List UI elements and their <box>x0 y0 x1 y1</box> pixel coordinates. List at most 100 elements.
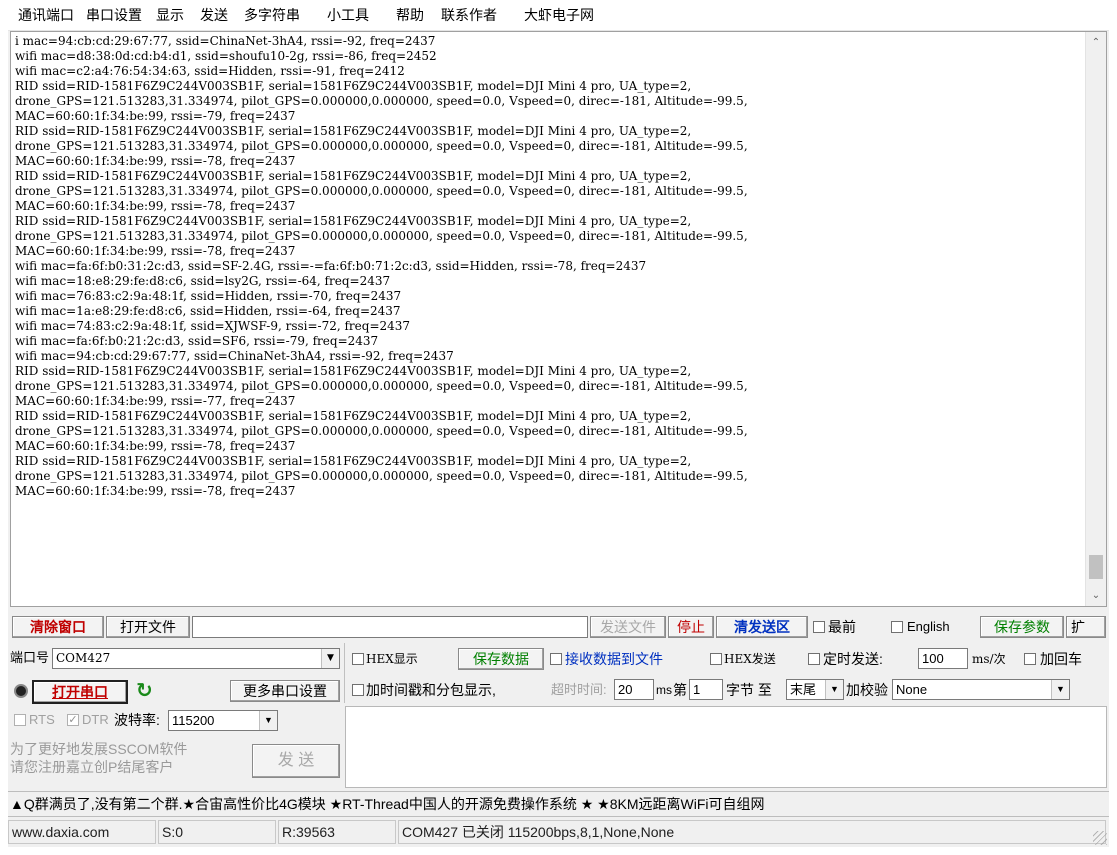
baud-value: 115200 <box>172 713 215 728</box>
receive-line: RID ssid=RID-1581F6Z9C244V003SB1F, seria… <box>15 364 692 378</box>
menu-help[interactable]: 帮助 <box>394 4 426 26</box>
add-crlf-label: 加回车 <box>1040 651 1082 667</box>
port-value: COM427 <box>56 651 111 665</box>
dtr-checkbox[interactable]: ✓ <box>67 714 79 726</box>
receive-line: RID ssid=RID-1581F6Z9C244V003SB1F, seria… <box>15 169 692 183</box>
receive-line: MAC=60:60:1f:34:be:99, rssi=-78, freq=24… <box>15 484 296 498</box>
checksum-label: 加校验 <box>846 682 888 698</box>
byte-start-input[interactable]: 1 <box>689 679 723 700</box>
send-input[interactable] <box>345 706 1107 788</box>
open-port-button[interactable]: 打开串口 <box>32 680 128 704</box>
hex-display-label: HEX显示 <box>366 652 418 666</box>
more-settings-button[interactable]: 更多串口设置 <box>230 680 340 702</box>
chevron-down-icon[interactable]: ▼ <box>1051 680 1069 699</box>
save-params-button[interactable]: 保存参数 <box>980 616 1064 638</box>
hex-send-checkbox[interactable] <box>710 653 722 665</box>
receive-line: RID ssid=RID-1581F6Z9C244V003SB1F, seria… <box>15 409 692 423</box>
receive-scrollbar[interactable]: ⌃ ⌄ <box>1085 32 1106 606</box>
promo-bar[interactable]: ▲Q群满员了,没有第二个群.★合宙高性价比4G模块 ★RT-Thread中国人的… <box>8 791 1109 817</box>
rts-checkbox[interactable] <box>14 714 26 726</box>
refresh-icon[interactable]: ↻ <box>136 678 153 703</box>
menu-daxia[interactable]: 大虾电子网 <box>522 4 596 26</box>
english-checkbox[interactable] <box>891 621 903 633</box>
recv-to-file-label: 接收数据到文件 <box>565 651 663 667</box>
interval-unit-label: ms/次 <box>972 652 1006 666</box>
menu-comm-port[interactable]: 通讯端口 <box>16 4 76 26</box>
menu-display[interactable]: 显示 <box>154 4 186 26</box>
receive-line: RID ssid=RID-1581F6Z9C244V003SB1F, seria… <box>15 79 692 93</box>
stop-button[interactable]: 停止 <box>668 616 714 638</box>
timeout-label: 超时时间: <box>551 682 607 697</box>
menu-tools[interactable]: 小工具 <box>325 4 371 26</box>
chevron-down-icon[interactable]: ▼ <box>259 711 277 730</box>
receive-area[interactable]: i mac=94:cb:cd:29:67:77, ssid=ChinaNet-3… <box>10 31 1107 607</box>
open-file-button[interactable]: 打开文件 <box>106 616 190 638</box>
clear-window-button[interactable]: 清除窗口 <box>12 616 104 638</box>
clear-send-button[interactable]: 清发送区 <box>716 616 808 638</box>
send-button[interactable]: 发 送 <box>252 744 340 778</box>
register-promo-line1: 为了更好地发展SSCOM软件 <box>10 741 188 757</box>
english-label: English <box>907 619 950 634</box>
scroll-up-icon[interactable]: ⌃ <box>1086 34 1106 51</box>
hex-send-label: HEX发送 <box>724 652 776 666</box>
receive-line: wifi mac=fa:6f:b0:31:2c:d3, ssid=SF-2.4G… <box>15 259 647 273</box>
receive-line: wifi mac=d8:38:0d:cd:b4:d1, ssid=shoufu1… <box>15 49 437 63</box>
receive-line: RID ssid=RID-1581F6Z9C244V003SB1F, seria… <box>15 214 692 228</box>
status-port: COM427 已关闭 115200bps,8,1,None,None <box>398 820 1106 844</box>
interval-input[interactable]: 100 <box>918 648 968 669</box>
chevron-down-icon[interactable]: ▼ <box>825 680 843 699</box>
resize-grip-icon[interactable] <box>1093 831 1107 845</box>
baud-select[interactable]: 115200 ▼ <box>168 710 278 731</box>
receive-line: drone_GPS=121.513283,31.334974, pilot_GP… <box>15 424 748 438</box>
receive-text: i mac=94:cb:cd:29:67:77, ssid=ChinaNet-3… <box>15 34 1075 499</box>
timed-send-label: 定时发送: <box>823 651 883 667</box>
port-label: 端口号 <box>10 650 50 665</box>
scroll-down-icon[interactable]: ⌄ <box>1086 587 1106 604</box>
register-promo-line2: 请您注册嘉立创P结尾客户 <box>10 759 174 775</box>
receive-line: drone_GPS=121.513283,31.334974, pilot_GP… <box>15 229 748 243</box>
save-data-button[interactable]: 保存数据 <box>458 648 544 670</box>
byte-mid-label: 字节 至 <box>726 682 772 698</box>
topmost-checkbox[interactable] <box>813 621 825 633</box>
status-sent: S:0 <box>158 820 276 844</box>
dtr-label: DTR <box>82 712 109 727</box>
menu-contact[interactable]: 联系作者 <box>439 4 499 26</box>
menu-multi-string[interactable]: 多字符串 <box>242 4 302 26</box>
checksum-value: None <box>896 682 928 697</box>
menu-send[interactable]: 发送 <box>198 4 230 26</box>
topmost-label: 最前 <box>828 619 856 635</box>
add-crlf-checkbox[interactable] <box>1024 653 1036 665</box>
status-site[interactable]: www.daxia.com <box>8 820 156 844</box>
record-icon <box>14 684 28 698</box>
scroll-thumb[interactable] <box>1089 555 1103 579</box>
receive-line: drone_GPS=121.513283,31.334974, pilot_GP… <box>15 379 748 393</box>
port-select[interactable]: COM427 ▼ <box>52 648 340 669</box>
menu-serial-settings[interactable]: 串口设置 <box>84 4 144 26</box>
receive-line: drone_GPS=121.513283,31.334974, pilot_GP… <box>15 139 748 153</box>
hex-display-checkbox[interactable] <box>352 653 364 665</box>
receive-line: wifi mac=18:e8:29:fe:d8:c6, ssid=lsy2G, … <box>15 274 391 288</box>
recv-to-file-checkbox[interactable] <box>550 653 562 665</box>
expand-button[interactable]: 扩 <box>1066 616 1106 638</box>
receive-line: drone_GPS=121.513283,31.334974, pilot_GP… <box>15 469 748 483</box>
checksum-select[interactable]: None ▼ <box>892 679 1070 700</box>
timeout-unit-label: ms <box>656 683 672 697</box>
receive-line: MAC=60:60:1f:34:be:99, rssi=-77, freq=24… <box>15 394 296 408</box>
byte-end-select[interactable]: 末尾 ▼ <box>786 679 844 700</box>
receive-line: wifi mac=94:cb:cd:29:67:77, ssid=ChinaNe… <box>15 349 454 363</box>
send-file-button[interactable]: 发送文件 <box>590 616 666 638</box>
timestamp-checkbox[interactable] <box>352 684 364 696</box>
receive-line: i mac=94:cb:cd:29:67:77, ssid=ChinaNet-3… <box>15 34 436 48</box>
receive-line: wifi mac=fa:6f:b0:21:2c:d3, ssid=SF6, rs… <box>15 334 379 348</box>
timed-send-checkbox[interactable] <box>808 653 820 665</box>
receive-line: wifi mac=74:83:c2:9a:48:1f, ssid=XJWSF-9… <box>15 319 411 333</box>
receive-line: MAC=60:60:1f:34:be:99, rssi=-78, freq=24… <box>15 439 296 453</box>
baud-label: 波特率: <box>114 712 160 728</box>
chevron-down-icon[interactable]: ▼ <box>321 649 339 668</box>
timeout-input[interactable]: 20 <box>614 679 654 700</box>
register-promo: 为了更好地发展SSCOM软件 请您注册嘉立创P结尾客户 <box>10 740 250 782</box>
receive-line: RID ssid=RID-1581F6Z9C244V003SB1F, seria… <box>15 454 692 468</box>
byte-prefix-label: 第 <box>673 682 687 698</box>
timestamp-label: 加时间戳和分包显示, <box>366 682 496 698</box>
file-path-input[interactable] <box>192 616 588 638</box>
